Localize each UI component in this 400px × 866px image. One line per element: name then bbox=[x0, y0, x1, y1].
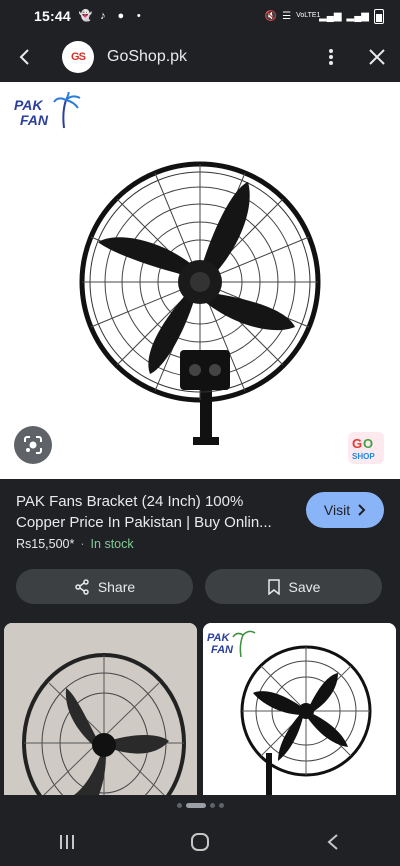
save-label: Save bbox=[288, 578, 321, 595]
share-button[interactable]: Share bbox=[16, 569, 193, 604]
back-button[interactable] bbox=[0, 32, 50, 82]
related-images: PAK FAN bbox=[0, 623, 400, 795]
site-title: GoShop.pk bbox=[107, 48, 188, 65]
action-row: Share Save bbox=[0, 569, 400, 609]
signal-icon: ▂▄▆ bbox=[319, 10, 342, 22]
product-title[interactable]: PAK Fans Bracket (24 Inch) 100% Copper P… bbox=[16, 491, 296, 533]
related-image-2[interactable]: PAK FAN bbox=[203, 623, 396, 795]
bookmark-icon bbox=[267, 578, 280, 595]
price: Rs15,500* bbox=[16, 537, 75, 551]
carousel-indicator bbox=[0, 800, 400, 810]
top-bar: GS GoShop.pk bbox=[0, 32, 400, 82]
status-bar: 15:44 👻 ♪ ● • 🔇 ☰ VoLTE1 ▂▄▆ ▂▄▆ bbox=[0, 0, 400, 32]
wall-fan-illustration bbox=[79, 161, 321, 445]
share-label: Share bbox=[97, 578, 136, 595]
back-nav-button[interactable] bbox=[303, 818, 363, 866]
status-time: 15:44 bbox=[34, 8, 71, 24]
back-icon bbox=[327, 834, 338, 850]
mute-icon: 🔇 bbox=[264, 10, 278, 22]
goshop-badge-logo: G O SHOP bbox=[348, 432, 384, 464]
more-options-button[interactable] bbox=[308, 32, 354, 82]
product-info: PAK Fans Bracket (24 Inch) 100% Copper P… bbox=[0, 479, 400, 569]
fan-photo-1 bbox=[4, 623, 197, 795]
svg-text:O: O bbox=[363, 436, 373, 451]
svg-text:G: G bbox=[352, 436, 362, 451]
visit-button[interactable]: Visit bbox=[306, 492, 384, 528]
product-image[interactable]: PAK FAN G O SHOP bbox=[0, 82, 400, 479]
price-row: Rs15,500* · In stock bbox=[16, 537, 134, 551]
lens-icon bbox=[24, 436, 42, 454]
related-image-1[interactable] bbox=[4, 623, 197, 795]
svg-text:SHOP: SHOP bbox=[352, 452, 375, 461]
chevron-right-icon bbox=[358, 504, 366, 516]
close-icon bbox=[369, 49, 385, 65]
notification-dot-icon: • bbox=[136, 10, 141, 22]
stock-status: In stock bbox=[90, 537, 134, 551]
fan-photo-2: PAK FAN bbox=[203, 623, 396, 795]
more-vert-icon bbox=[329, 49, 333, 65]
visit-label: Visit bbox=[323, 502, 351, 518]
save-button[interactable]: Save bbox=[205, 569, 382, 604]
home-button[interactable] bbox=[170, 818, 230, 866]
close-button[interactable] bbox=[354, 32, 400, 82]
share-icon bbox=[75, 578, 89, 595]
home-icon bbox=[190, 833, 209, 851]
wifi-icon: ☰ bbox=[282, 10, 292, 22]
svg-text:FAN: FAN bbox=[211, 644, 234, 656]
recents-icon bbox=[59, 835, 74, 849]
snapchat-icon: 👻 bbox=[78, 10, 93, 22]
separator: · bbox=[80, 537, 85, 551]
tiktok-icon: ♪ bbox=[100, 10, 106, 22]
signal-2-icon: ▂▄▆ bbox=[346, 10, 369, 22]
svg-text:PAK: PAK bbox=[207, 632, 230, 644]
battery-icon bbox=[374, 8, 384, 24]
site-logo: GS bbox=[62, 41, 94, 73]
recents-button[interactable] bbox=[37, 818, 97, 866]
chevron-left-icon bbox=[19, 49, 29, 65]
account-icon: ● bbox=[117, 10, 125, 22]
google-lens-button[interactable] bbox=[14, 426, 52, 464]
system-nav-bar bbox=[0, 818, 400, 866]
network-label: VoLTE1 bbox=[296, 12, 321, 19]
